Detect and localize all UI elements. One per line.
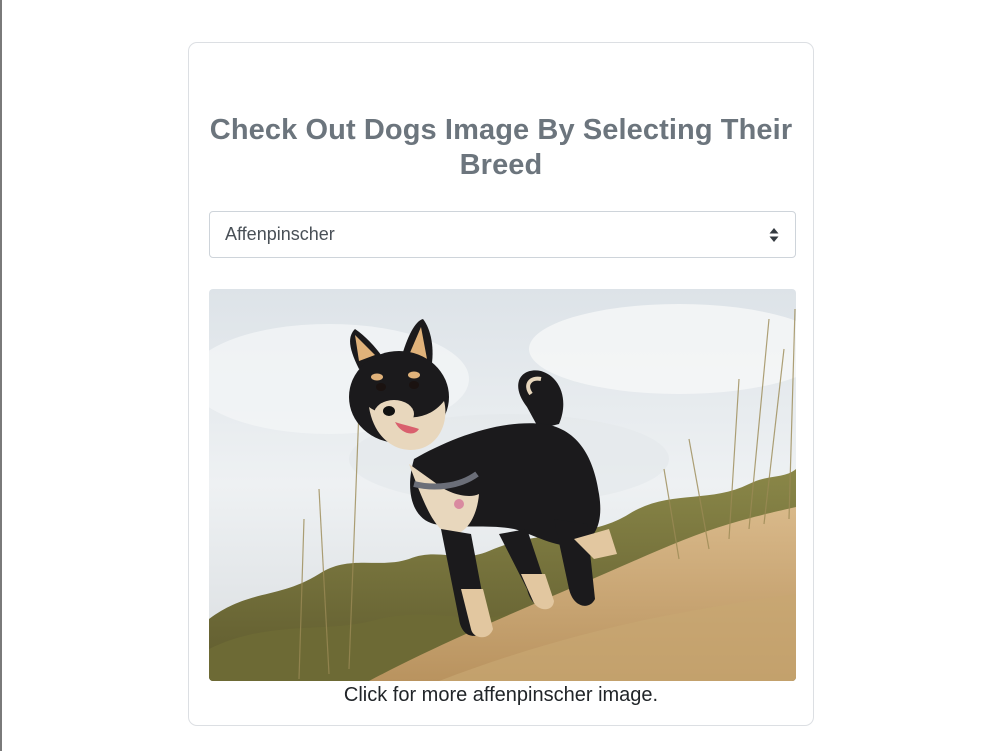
image-caption: Click for more affenpinscher image.	[343, 684, 659, 706]
breed-select[interactable]: Affenpinscher	[209, 211, 796, 258]
breed-card: Check Out Dogs Image By Selecting Their …	[188, 42, 814, 726]
page-title: Check Out Dogs Image By Selecting Their …	[209, 114, 793, 181]
dog-image[interactable]	[209, 289, 796, 681]
window-left-border	[0, 0, 2, 751]
sort-arrows-icon	[769, 228, 779, 242]
breed-select-value: Affenpinscher	[225, 224, 335, 244]
dog-photo	[209, 289, 796, 681]
